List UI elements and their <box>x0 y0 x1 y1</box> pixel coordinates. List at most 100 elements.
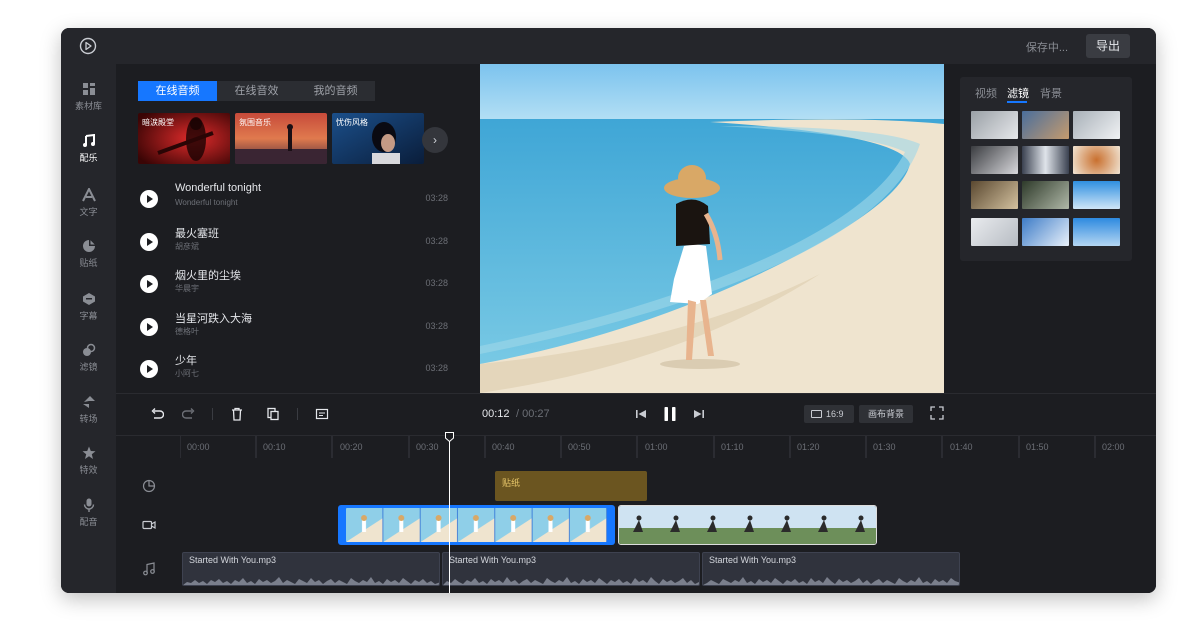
undo-icon[interactable] <box>150 407 164 421</box>
delete-icon[interactable] <box>230 407 244 421</box>
skip-back-icon[interactable] <box>634 407 648 421</box>
export-button[interactable]: 导出 <box>1086 34 1130 58</box>
track-duration: 03:28 <box>425 363 448 373</box>
sidebar-item-label: 贴纸 <box>79 258 98 268</box>
sidebar-item-voiceover[interactable]: 配音 <box>61 498 116 538</box>
audio-clip[interactable]: Started With You.mp3 <box>702 552 960 586</box>
sidebar-item-text[interactable]: 文字 <box>61 188 116 228</box>
music-note-icon <box>82 134 95 147</box>
play-icon[interactable] <box>140 318 158 336</box>
redo-icon[interactable] <box>182 407 196 421</box>
track-artist: 华晨宇 <box>175 284 199 293</box>
play-icon[interactable] <box>140 275 158 293</box>
track-row[interactable]: 最火塞班 胡彦斌 03:28 <box>138 224 448 258</box>
track-duration: 03:28 <box>425 193 448 203</box>
tab-online-sfx[interactable]: 在线音效 <box>217 81 296 101</box>
play-icon[interactable] <box>140 360 158 378</box>
cover-label: 暗涙殿堂 <box>142 118 174 127</box>
track-title: 当星河跌入大海 <box>175 313 252 325</box>
next-arrow-button[interactable]: › <box>422 127 448 153</box>
tab-filter[interactable]: 滤镜 <box>1007 85 1029 101</box>
playlist-cover[interactable]: 暗涙殿堂 <box>138 113 230 164</box>
track-title: 少年 <box>175 355 197 367</box>
track-artist: Wonderful tonight <box>175 198 238 207</box>
music-tabs: 在线音频 在线音效 我的音频 <box>138 81 375 101</box>
track-row[interactable]: 烟火里的尘埃 华晨宇 03:28 <box>138 266 448 300</box>
filter-thumbnail[interactable] <box>971 218 1018 246</box>
total-time: / 00:27 <box>516 408 550 420</box>
sidebar-item-label: 配音 <box>79 517 98 527</box>
filter-thumbnail[interactable] <box>1073 111 1120 139</box>
playlist-cover[interactable]: 忧伤风格 <box>332 113 424 164</box>
audio-clip[interactable]: Started With You.mp3 <box>442 552 700 586</box>
aspect-ratio-label: 16:9 <box>826 409 844 419</box>
playlist-cover[interactable]: 氛围音乐 <box>235 113 327 164</box>
sidebar-item-sticker[interactable]: 贴纸 <box>61 239 116 279</box>
sidebar-item-library[interactable]: 素材库 <box>61 82 116 122</box>
subtitle-icon <box>82 293 95 305</box>
audio-waveform <box>443 577 699 585</box>
audio-clip-label: Started With You.mp3 <box>709 555 797 565</box>
playhead-handle-icon[interactable] <box>445 432 454 442</box>
aspect-ratio-icon <box>811 410 822 418</box>
video-clip-selected[interactable] <box>338 505 615 545</box>
toolbar-divider <box>212 408 213 420</box>
cover-label: 忧伤风格 <box>336 118 368 127</box>
track-row[interactable]: 少年 小阿七 03:28 <box>138 351 448 385</box>
video-clip[interactable] <box>618 505 877 545</box>
sidebar-item-effects[interactable]: 特效 <box>61 446 116 486</box>
sidebar-item-label: 配乐 <box>79 153 98 163</box>
filter-panel: 视频 滤镜 背景 <box>960 77 1132 261</box>
filter-thumbnail[interactable] <box>971 181 1018 209</box>
tab-online-audio[interactable]: 在线音频 <box>138 81 217 101</box>
timeline[interactable]: 00:00 00:10 00:20 00:30 00:40 00:50 01:0… <box>116 432 1156 593</box>
video-clip-frames <box>346 508 607 542</box>
video-preview[interactable] <box>480 64 944 393</box>
filter-thumbnail[interactable] <box>1022 111 1069 139</box>
tab-video[interactable]: 视频 <box>975 85 997 101</box>
skip-forward-icon[interactable] <box>692 407 706 421</box>
sidebar-item-label: 转场 <box>79 414 98 424</box>
copy-icon[interactable] <box>266 407 280 421</box>
track-row[interactable]: 当星河跌入大海 德格叶 03:28 <box>138 309 448 343</box>
sticker-clip[interactable]: 贴纸 <box>495 471 647 501</box>
audio-waveform <box>183 577 439 585</box>
time-ruler[interactable]: 00:00 00:10 00:20 00:30 00:40 00:50 01:0… <box>116 436 1156 458</box>
chevron-right-icon: › <box>433 133 437 147</box>
editor-toolbar: 00:12 / 00:27 16:9 画布背景 <box>116 393 1156 435</box>
play-icon[interactable] <box>140 233 158 251</box>
sidebar-item-subtitle[interactable]: 字幕 <box>61 292 116 332</box>
music-panel: 在线音频 在线音效 我的音频 暗涙殿堂 氛围音乐 忧伤风格 › Wonderfu… <box>116 64 480 393</box>
caption-icon[interactable] <box>315 407 329 421</box>
toolbar-divider <box>297 408 298 420</box>
sticker-icon <box>82 240 95 252</box>
filter-thumbnail[interactable] <box>1073 146 1120 174</box>
track-duration: 03:28 <box>425 278 448 288</box>
preview-image-beach <box>480 64 944 393</box>
audio-clip-label: Started With You.mp3 <box>189 555 277 565</box>
filter-thumbnail[interactable] <box>1073 181 1120 209</box>
filter-thumbnail[interactable] <box>1073 218 1120 246</box>
play-icon[interactable] <box>140 190 158 208</box>
audio-clip[interactable]: Started With You.mp3 <box>182 552 440 586</box>
aspect-ratio-button[interactable]: 16:9 <box>804 405 854 423</box>
track-row[interactable]: Wonderful tonight Wonderful tonight 03:2… <box>138 181 448 215</box>
fullscreen-icon[interactable] <box>930 406 944 420</box>
canvas-background-button[interactable]: 画布背景 <box>859 405 913 423</box>
filter-thumbnail[interactable] <box>1022 181 1069 209</box>
filter-thumbnail[interactable] <box>1022 146 1069 174</box>
filter-thumbnail[interactable] <box>971 111 1018 139</box>
filter-thumbnail[interactable] <box>1022 218 1069 246</box>
video-editor-window: 保存中... 导出 素材库 配乐 文字 贴纸 字幕 滤镜 转场 特效 配音 在线… <box>61 28 1156 593</box>
sidebar-item-transition[interactable]: 转场 <box>61 395 116 435</box>
tab-my-audio[interactable]: 我的音频 <box>296 81 375 101</box>
text-icon <box>81 188 96 202</box>
sidebar-item-filter[interactable]: 滤镜 <box>61 343 116 383</box>
filter-thumbnail[interactable] <box>971 146 1018 174</box>
sidebar-item-music[interactable]: 配乐 <box>61 134 116 174</box>
playhead[interactable] <box>449 436 450 593</box>
pause-icon[interactable] <box>662 406 678 422</box>
effects-icon <box>82 446 95 459</box>
audio-waveform <box>703 577 959 585</box>
tab-background[interactable]: 背景 <box>1040 85 1062 101</box>
